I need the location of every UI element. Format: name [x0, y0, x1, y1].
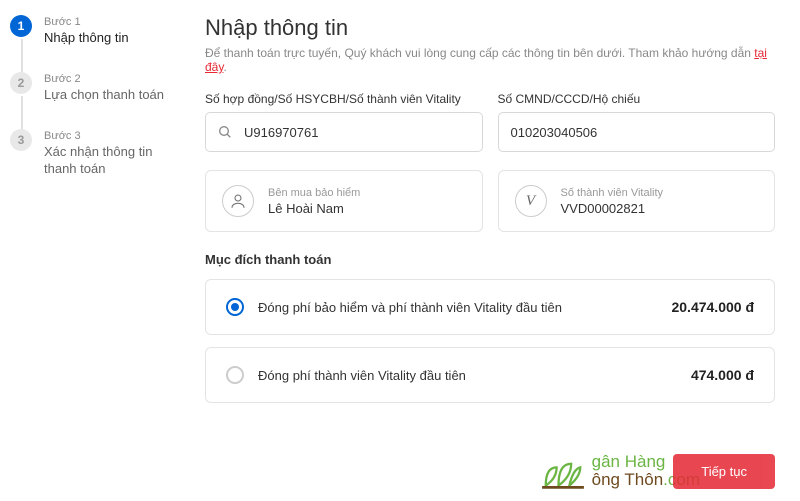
step-2-label: Bước 2 — [44, 73, 164, 85]
step-1-label: Bước 1 — [44, 16, 129, 28]
id-input[interactable] — [498, 112, 776, 152]
watermark-logo-icon — [540, 451, 586, 491]
step-2-title: Lựa chọn thanh toán — [44, 87, 164, 104]
id-label: Số CMND/CCCD/Hộ chiếu — [498, 92, 776, 106]
step-2[interactable]: 2 Bước 2 Lựa chọn thanh toán — [10, 72, 180, 104]
vitality-label: Số thành viên Vitality — [561, 187, 664, 199]
option-1-price: 20.474.000 đ — [671, 299, 754, 315]
step-3[interactable]: 3 Bước 3 Xác nhận thông tin thanh toán — [10, 129, 180, 178]
payment-option-2[interactable]: Đóng phí thành viên Vitality đầu tiên 47… — [205, 347, 775, 403]
step-3-label: Bước 3 — [44, 130, 180, 142]
step-1[interactable]: 1 Bước 1 Nhập thông tin — [10, 15, 180, 47]
continue-button[interactable]: Tiếp tục — [673, 454, 775, 489]
step-2-number: 2 — [10, 72, 32, 94]
main-content: Nhập thông tin Để thanh toán trực tuyến,… — [190, 0, 800, 501]
option-1-label: Đóng phí bảo hiểm và phí thành viên Vita… — [258, 300, 671, 315]
buyer-label: Bên mua bảo hiểm — [268, 187, 360, 199]
page-subtitle: Để thanh toán trực tuyến, Quý khách vui … — [205, 46, 775, 74]
buyer-card: Bên mua bảo hiểm Lê Hoài Nam — [205, 170, 483, 232]
person-icon — [222, 185, 254, 217]
step-3-title: Xác nhận thông tin thanh toán — [44, 144, 180, 178]
contract-label: Số hợp đồng/Số HSYCBH/Số thành viên Vita… — [205, 92, 483, 106]
search-icon — [217, 124, 233, 140]
vitality-value: VVD00002821 — [561, 201, 664, 216]
contract-input[interactable] — [205, 112, 483, 152]
step-1-number: 1 — [10, 15, 32, 37]
payment-option-1[interactable]: Đóng phí bảo hiểm và phí thành viên Vita… — [205, 279, 775, 335]
purpose-title: Mục đích thanh toán — [205, 252, 775, 267]
option-2-price: 474.000 đ — [691, 367, 754, 383]
option-2-label: Đóng phí thành viên Vitality đầu tiên — [258, 368, 691, 383]
vitality-icon: V — [515, 185, 547, 217]
vitality-card: V Số thành viên Vitality VVD00002821 — [498, 170, 776, 232]
radio-1 — [226, 298, 244, 316]
buyer-value: Lê Hoài Nam — [268, 201, 360, 216]
steps-sidebar: 1 Bước 1 Nhập thông tin 2 Bước 2 Lựa chọ… — [0, 0, 190, 501]
step-3-number: 3 — [10, 129, 32, 151]
page-title: Nhập thông tin — [205, 15, 775, 41]
radio-2 — [226, 366, 244, 384]
step-1-title: Nhập thông tin — [44, 30, 129, 47]
